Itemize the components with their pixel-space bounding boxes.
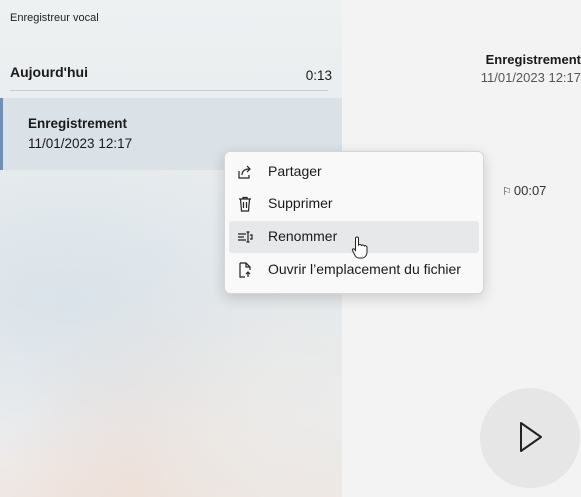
section-title-today: Aujourd'hui [10, 64, 88, 80]
section-divider [10, 90, 328, 91]
app-title: Enregistreur vocal [10, 12, 99, 24]
detail-recording-date: 11/01/2023 12:17 [480, 70, 581, 85]
trash-icon [239, 196, 251, 212]
mouse-cursor-icon [351, 236, 368, 259]
menu-item-delete[interactable]: Supprimer [229, 188, 479, 220]
context-menu: Partager Supprimer Renommer Ouvrir l’emp… [224, 151, 484, 294]
menu-item-label: Renommer [268, 228, 338, 244]
marker-time: 00:07 [513, 183, 547, 198]
rename-icon [238, 231, 253, 243]
menu-item-label: Supprimer [268, 195, 333, 211]
recording-name: Enregistrement [28, 116, 128, 131]
marker[interactable]: ⚐ 00:07 [502, 183, 546, 198]
file-open-location-icon [239, 262, 251, 278]
share-icon [238, 165, 251, 179]
selection-indicator [0, 98, 3, 170]
play-icon [520, 422, 542, 452]
menu-item-label: Partager [268, 163, 322, 179]
recording-date: 11/01/2023 12:17 [28, 136, 133, 151]
menu-item-share[interactable]: Partager [229, 156, 479, 188]
flag-icon: ⚐ [502, 186, 512, 198]
detail-recording-name: Enregistrement [485, 52, 581, 67]
play-button[interactable] [480, 388, 580, 488]
recording-duration: 0:13 [305, 68, 332, 83]
menu-item-label: Ouvrir l’emplacement du fichier [268, 261, 461, 277]
